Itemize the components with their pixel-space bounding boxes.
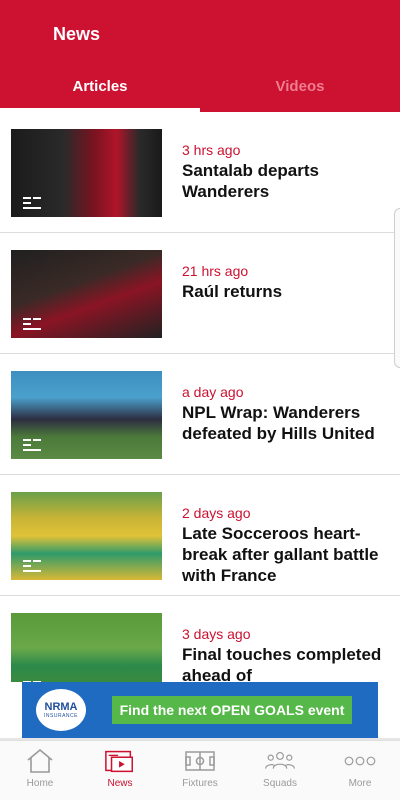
nav-squads[interactable]: Squads bbox=[240, 741, 320, 800]
pitch-icon bbox=[184, 747, 216, 775]
article-time: 3 days ago bbox=[182, 626, 251, 642]
article-time: 21 hrs ago bbox=[182, 263, 249, 279]
nav-news[interactable]: News bbox=[80, 741, 160, 800]
app-header: News Articles Videos bbox=[0, 0, 400, 112]
article-icon bbox=[23, 439, 41, 451]
article-thumbnail bbox=[11, 492, 162, 580]
tab-videos[interactable]: Videos bbox=[200, 60, 400, 112]
news-icon bbox=[104, 747, 136, 775]
article-title: Raúl returns bbox=[182, 282, 283, 301]
article-time: 3 hrs ago bbox=[182, 142, 241, 158]
nav-home-label: Home bbox=[26, 778, 54, 789]
article-title: Late Socceroos heart-break after gallant… bbox=[182, 524, 379, 585]
article-title: Santalab departs Wanderers bbox=[182, 161, 319, 201]
article-item[interactable]: a day ago NPL Wrap: Wanderers defeated b… bbox=[0, 354, 400, 475]
article-thumbnail bbox=[11, 129, 162, 217]
article-thumbnail bbox=[11, 613, 162, 682]
page-title: News bbox=[53, 24, 101, 44]
article-list[interactable]: 3 hrs ago Santalab departs Wanderers 21 … bbox=[0, 112, 400, 682]
article-icon bbox=[23, 197, 41, 209]
article-item[interactable]: 3 hrs ago Santalab departs Wanderers bbox=[0, 112, 400, 233]
people-icon bbox=[264, 747, 296, 775]
nav-fixtures[interactable]: Fixtures bbox=[160, 741, 240, 800]
tab-videos-label: Videos bbox=[275, 77, 325, 95]
article-title: Final touches completed ahead of bbox=[182, 645, 382, 682]
article-time: 2 days ago bbox=[182, 505, 251, 521]
article-item[interactable]: 21 hrs ago Raúl returns bbox=[0, 233, 400, 354]
ad-banner[interactable]: NRMA INSURANCE Find the next OPEN GOALS … bbox=[22, 682, 378, 738]
tab-articles[interactable]: Articles bbox=[0, 60, 200, 112]
article-icon bbox=[23, 560, 41, 572]
article-thumbnail bbox=[11, 250, 162, 338]
nav-more[interactable]: More bbox=[320, 741, 400, 800]
nav-more-label: More bbox=[348, 778, 372, 789]
article-time: a day ago bbox=[182, 384, 244, 400]
nrma-logo: NRMA INSURANCE bbox=[36, 689, 86, 731]
article-item[interactable]: 2 days ago Late Socceroos heart-break af… bbox=[0, 475, 400, 596]
article-item[interactable]: 3 days ago Final touches completed ahead… bbox=[0, 596, 400, 682]
article-icon bbox=[23, 318, 41, 330]
article-thumbnail bbox=[11, 371, 162, 459]
ad-cta-button[interactable]: Find the next OPEN GOALS event bbox=[112, 696, 352, 724]
article-title: NPL Wrap: Wanderers defeated by Hills Un… bbox=[182, 403, 375, 443]
tab-bar: Articles Videos bbox=[0, 60, 400, 112]
tab-articles-label: Articles bbox=[72, 77, 128, 95]
nav-home[interactable]: Home bbox=[0, 741, 80, 800]
nav-news-label: News bbox=[107, 778, 133, 789]
nav-fixtures-label: Fixtures bbox=[182, 778, 218, 789]
bottom-nav: Home News Fixtures Squads More bbox=[0, 740, 400, 800]
more-icon bbox=[344, 747, 376, 775]
nav-squads-label: Squads bbox=[263, 778, 297, 789]
home-icon bbox=[24, 747, 56, 775]
edge-panel-handle[interactable] bbox=[394, 208, 400, 368]
